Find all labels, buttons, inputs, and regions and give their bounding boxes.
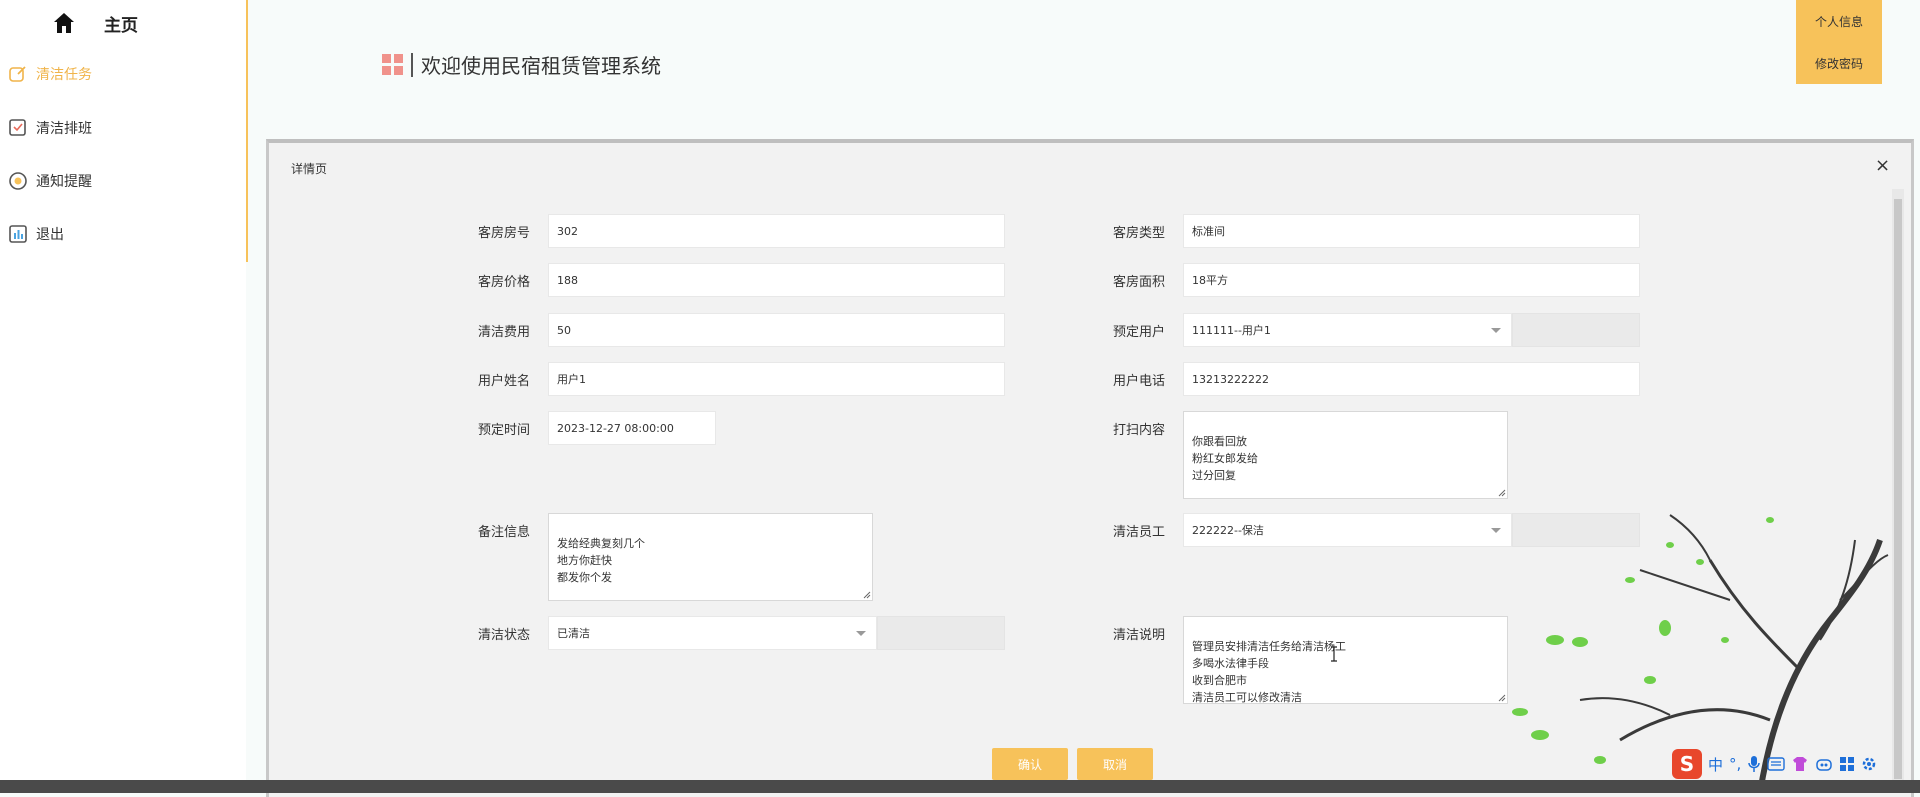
sidebar-item-label: 通知提醒 [36, 174, 92, 190]
clean-status-value: 已清洁 [557, 627, 590, 640]
cleaner-select[interactable]: 222222--保洁 [1183, 513, 1512, 547]
resize-grip-icon[interactable] [863, 591, 871, 599]
sidebar-item-logout[interactable]: 退出 [8, 221, 64, 247]
cancel-button[interactable]: 取消 [1077, 748, 1153, 780]
sidebar-background [0, 262, 246, 793]
booking-user-value: 111111--用户1 [1192, 324, 1271, 337]
home-icon [54, 13, 74, 33]
calendar-icon [8, 118, 28, 138]
clean-fee-label: 清洁费用 [478, 325, 531, 340]
ime-mode[interactable]: 中 [1708, 754, 1723, 775]
keyboard-icon[interactable] [1767, 757, 1785, 771]
punctuation-icon[interactable]: °, [1729, 755, 1741, 773]
select-extension [1512, 313, 1640, 347]
microphone-icon[interactable] [1747, 755, 1761, 773]
sogou-logo-icon: S [1672, 749, 1702, 779]
confirm-button[interactable]: 确认 [992, 748, 1068, 780]
booking-user-label: 预定用户 [1113, 325, 1166, 340]
room-no-field[interactable]: 302 [548, 214, 1005, 248]
scrollbar-thumb[interactable] [1894, 199, 1902, 779]
cleaner-label: 清洁员工 [1113, 525, 1166, 540]
room-price-field[interactable]: 188 [548, 263, 1005, 297]
resize-grip-icon[interactable] [1498, 489, 1506, 497]
page-title: 欢迎使用民宿租赁管理系统 [382, 50, 661, 79]
clean-status-label: 清洁状态 [478, 628, 531, 643]
ime-toolbar[interactable]: S 中 °, [1672, 749, 1877, 779]
grid-menu-icon[interactable] [1839, 756, 1855, 772]
user-menu: 个人信息 修改密码 [1796, 0, 1882, 84]
remarks-label: 备注信息 [478, 525, 531, 540]
booking-user-select[interactable]: 111111--用户1 [1183, 313, 1512, 347]
robot-icon[interactable] [1815, 756, 1833, 772]
clean-notes-label: 清洁说明 [1113, 628, 1166, 643]
sidebar-item-notifications[interactable]: 通知提醒 [8, 168, 92, 194]
home-link[interactable]: 主页 [52, 8, 138, 38]
select-extension [877, 616, 1005, 650]
room-type-field[interactable]: 标准间 [1183, 214, 1640, 248]
exit-icon [8, 224, 28, 244]
scrollbar[interactable] [1892, 189, 1904, 789]
room-area-field[interactable]: 18平方 [1183, 263, 1640, 297]
bell-icon [8, 171, 28, 191]
user-name-field[interactable]: 用户1 [548, 362, 1005, 396]
taskbar-strip [0, 780, 1920, 793]
sidebar: 主页 清洁任务 清洁排班 通知提醒 退出 [0, 0, 248, 262]
clean-notes-textarea[interactable]: 管理员安排清洁任务给清洁杨工 多喝水法律手段 收到合肥市 清洁员工可以修改清洁 [1183, 616, 1508, 704]
room-type-label: 客房类型 [1113, 226, 1166, 241]
booking-time-field[interactable]: 2023-12-27 08:00:00 [548, 411, 716, 445]
edit-icon [8, 64, 28, 84]
grid-icon [382, 54, 403, 75]
dialog-title: 详情页 [291, 162, 328, 176]
change-password-button[interactable]: 修改密码 [1796, 42, 1882, 84]
room-no-label: 客房房号 [478, 226, 531, 241]
cleaner-value: 222222--保洁 [1192, 524, 1264, 537]
user-phone-label: 用户电话 [1113, 374, 1166, 389]
divider [411, 52, 413, 77]
sidebar-item-label: 清洁排班 [36, 121, 92, 137]
room-area-label: 客房面积 [1113, 275, 1166, 290]
sidebar-item-label: 清洁任务 [36, 67, 92, 83]
clean-content-text: 你跟看回放 粉红女郎发给 过分回复 [1192, 435, 1258, 482]
sidebar-item-cleaning-schedule[interactable]: 清洁排班 [8, 115, 92, 141]
remarks-textarea[interactable]: 发给经典复刻几个 地方你赶快 都发你个发 [548, 513, 873, 601]
settings-icon[interactable] [1861, 756, 1877, 772]
clean-content-textarea[interactable]: 你跟看回放 粉红女郎发给 过分回复 [1183, 411, 1508, 499]
clean-fee-field[interactable]: 50 [548, 313, 1005, 347]
clean-notes-text: 管理员安排清洁任务给清洁杨工 多喝水法律手段 收到合肥市 清洁员工可以修改清洁 [1192, 640, 1346, 704]
room-price-label: 客房价格 [478, 275, 531, 290]
home-label: 主页 [104, 15, 138, 36]
user-phone-field[interactable]: 13213222222 [1183, 362, 1640, 396]
clean-status-select[interactable]: 已清洁 [548, 616, 877, 650]
clean-content-label: 打扫内容 [1113, 423, 1166, 438]
chevron-down-icon [1491, 328, 1501, 333]
remarks-text: 发给经典复刻几个 地方你赶快 都发你个发 [557, 537, 645, 584]
text-cursor-icon [1331, 646, 1337, 662]
sidebar-item-cleaning-tasks[interactable]: 清洁任务 [8, 61, 92, 87]
skin-icon[interactable] [1791, 756, 1809, 772]
page-title-text: 欢迎使用民宿租赁管理系统 [421, 54, 661, 78]
booking-time-label: 预定时间 [478, 423, 531, 438]
close-icon[interactable]: × [1875, 155, 1890, 176]
sidebar-item-label: 退出 [36, 227, 64, 243]
profile-button[interactable]: 个人信息 [1796, 0, 1882, 42]
user-name-label: 用户姓名 [478, 374, 531, 389]
chevron-down-icon [856, 631, 866, 636]
